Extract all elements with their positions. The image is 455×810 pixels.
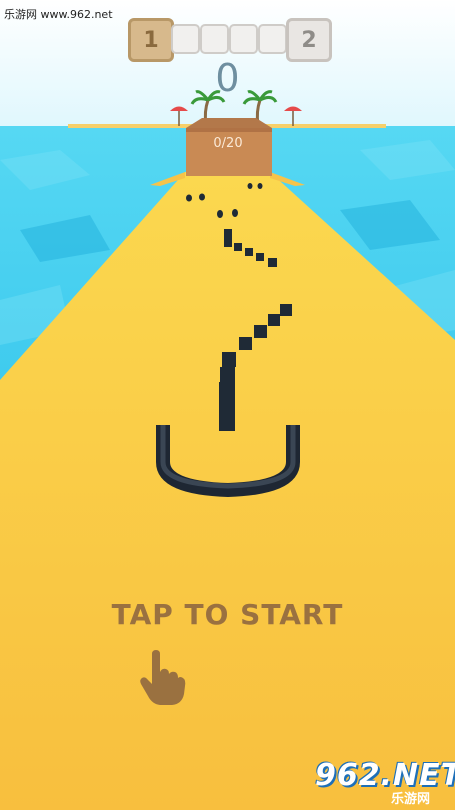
block-pellet (199, 193, 205, 201)
next-level-number: 2 (301, 27, 317, 53)
progress-segment (171, 24, 200, 54)
block-cube (219, 414, 235, 431)
logo-main-text: 962.NET (315, 758, 455, 793)
game-scene[interactable] (0, 0, 455, 810)
block-cube (280, 304, 292, 316)
logo-sub-text: 乐游网 (391, 792, 431, 807)
block-cube (256, 253, 264, 261)
block-cube (268, 258, 277, 267)
collector-counter: 0/20 (213, 136, 243, 151)
block-cube (224, 238, 232, 247)
pointing-hand-icon (140, 650, 186, 705)
block-cube (234, 243, 242, 251)
site-logo: 962.NET 乐游网 (315, 758, 455, 807)
current-level-number: 1 (143, 27, 159, 53)
block-cube (219, 398, 235, 414)
block-pellet (257, 183, 263, 189)
block-cube (222, 352, 236, 367)
progress-segment (229, 24, 258, 54)
block-cube (219, 382, 235, 398)
block-pellet (217, 210, 223, 218)
block-cube (220, 367, 235, 382)
block-cube (239, 337, 252, 350)
block-cube (268, 314, 280, 326)
block-cube (245, 248, 253, 256)
block-cube (254, 325, 267, 338)
tap-to-start-prompt[interactable]: TAP TO START (0, 598, 455, 631)
score-display: 0 (215, 56, 240, 100)
block-pellet (232, 209, 238, 217)
watermark-text: 乐游网 www.962.net (4, 8, 113, 21)
block-pellet (247, 183, 253, 189)
block-cube (224, 229, 232, 238)
progress-segment (258, 24, 287, 54)
block-pellet (186, 194, 192, 202)
progress-segment (200, 24, 229, 54)
